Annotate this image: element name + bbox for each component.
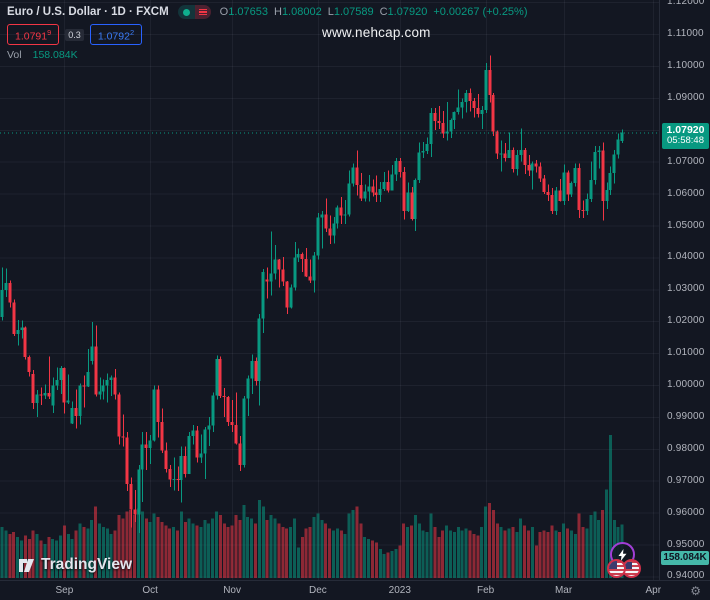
volume-legend: Vol 158.084K bbox=[7, 49, 528, 61]
volume-value: 158.084K bbox=[32, 49, 78, 61]
spread-value: 0.3 bbox=[65, 28, 84, 41]
visibility-dot-icon bbox=[177, 5, 195, 19]
price-axis-label: 0.98000 bbox=[667, 442, 705, 454]
tradingview-chart-window: www.nehcap.com Euro / U.S. Dollar · 1D ·… bbox=[0, 0, 710, 600]
price-chart-canvas[interactable] bbox=[0, 0, 660, 580]
us-flag-icon bbox=[607, 559, 626, 578]
price-axis-label: 1.01000 bbox=[667, 347, 705, 359]
buy-ask-button[interactable]: 1.07922 bbox=[89, 23, 143, 46]
currency-pair-flags-button[interactable] bbox=[605, 559, 649, 580]
price-axis-label: 1.11000 bbox=[667, 28, 704, 40]
sell-bid-button[interactable]: 1.07919 bbox=[7, 23, 60, 46]
change-value: +0.00267 (+0.25%) bbox=[433, 6, 528, 18]
price-axis-label: 0.95000 bbox=[667, 538, 705, 550]
time-axis-label: Dec bbox=[308, 585, 327, 596]
price-axis-label: 1.09000 bbox=[667, 91, 705, 103]
price-axis-label: 1.10000 bbox=[667, 60, 705, 71]
price-axis-label: 1.02000 bbox=[667, 315, 705, 327]
price-axis-label: 1.00000 bbox=[667, 379, 705, 390]
time-axis-label: Mar bbox=[554, 585, 573, 596]
ohlc-values: O1.07653 H1.08002 L1.07589 C1.07920 +0.0… bbox=[219, 6, 528, 18]
open-value: 1.07653 bbox=[228, 6, 268, 18]
series-menu-icon bbox=[194, 5, 211, 19]
price-axis[interactable]: 1.07920 05:58:48 158.084K 1.12000 1.11000… bbox=[659, 0, 710, 581]
time-axis-label: Oct bbox=[142, 585, 158, 596]
tradingview-logo[interactable]: TradingView bbox=[18, 556, 132, 574]
symbol-title[interactable]: Euro / U.S. Dollar · 1D · FXCM bbox=[7, 6, 169, 18]
high-value: 1.08002 bbox=[281, 6, 322, 18]
price-axis-label: 0.97000 bbox=[667, 474, 705, 486]
time-axis-label: Feb bbox=[476, 585, 495, 596]
low-value: 1.07589 bbox=[333, 6, 374, 18]
time-axis[interactable]: ⚙ Sep Oct Nov Dec 2023 Feb Mar Apr bbox=[0, 580, 710, 600]
series-visibility-toggle[interactable] bbox=[177, 5, 211, 19]
time-axis-label: Nov bbox=[223, 585, 241, 596]
gear-icon[interactable]: ⚙ bbox=[690, 584, 701, 598]
volume-label: Vol bbox=[7, 49, 22, 61]
tradingview-logo-text: TradingView bbox=[41, 556, 133, 573]
current-price-badge: 1.07920 05:58:48 bbox=[662, 123, 709, 150]
time-axis-label: 2023 bbox=[388, 585, 411, 596]
close-value: 1.07920 bbox=[387, 6, 428, 18]
price-axis-label: 1.07000 bbox=[667, 155, 705, 167]
price-axis-label: 0.99000 bbox=[667, 410, 705, 422]
candlestick-series bbox=[0, 55, 624, 534]
time-axis-label: Apr bbox=[645, 585, 662, 596]
grid-lines bbox=[0, 0, 660, 580]
price-axis-label: 1.04000 bbox=[667, 251, 705, 263]
price-axis-label: 1.03000 bbox=[667, 283, 705, 295]
bar-countdown: 05:58:48 bbox=[667, 135, 704, 147]
time-axis-label: Sep bbox=[55, 585, 74, 596]
volume-axis-badge: 158.084K bbox=[661, 551, 709, 565]
price-axis-label: 1.05000 bbox=[667, 219, 705, 231]
chart-legend: Euro / U.S. Dollar · 1D · FXCM O1.07653 … bbox=[7, 4, 528, 61]
tradingview-logo-icon bbox=[19, 558, 34, 572]
price-axis-label: 1.12000 bbox=[667, 0, 705, 8]
price-axis-label: 0.96000 bbox=[667, 506, 705, 518]
price-axis-label: 1.06000 bbox=[667, 187, 705, 199]
